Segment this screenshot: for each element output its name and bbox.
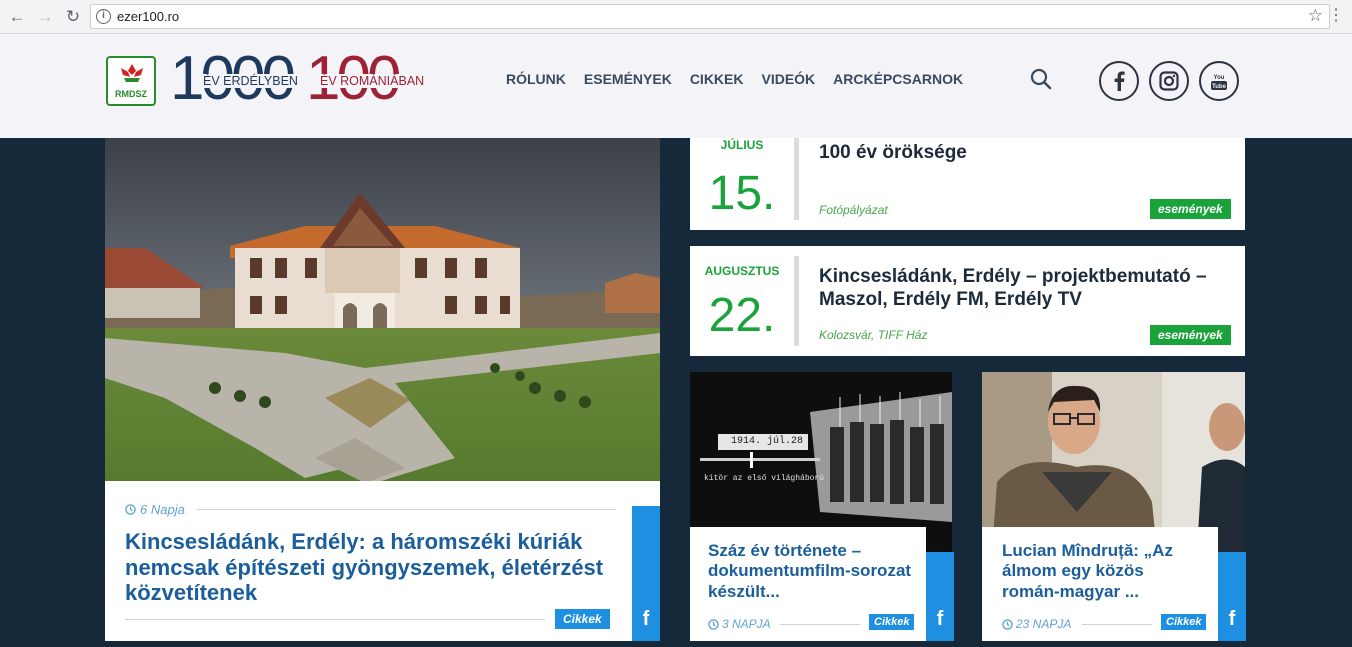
- article-card[interactable]: Lucian Mîndruță: „Az álmom egy közös rom…: [982, 527, 1218, 641]
- event-month: JÚLIUS: [720, 138, 764, 152]
- facebook-share-icon: f: [642, 608, 650, 630]
- address-bar[interactable]: i ezer100.ro ☆: [90, 4, 1330, 29]
- clock-icon: [708, 618, 719, 630]
- event-location: Kolozsvár, TIFF Ház: [819, 328, 928, 342]
- event-title[interactable]: 100 év öröksége: [819, 142, 1239, 165]
- tulip-icon: [121, 64, 143, 82]
- hero-date-text: 6 Napja: [140, 502, 185, 517]
- facebook-share-icon: f: [936, 608, 944, 630]
- svg-text:Tube: Tube: [1212, 84, 1227, 90]
- article-facebook-share[interactable]: f: [926, 552, 954, 641]
- event-card[interactable]: AUGUSZTUS 22. Kincsesládánk, Erdély – pr…: [690, 246, 1245, 356]
- facebook-icon[interactable]: [1099, 61, 1139, 101]
- browser-toolbar: ← → ↻ i ezer100.ro ☆ ⋮: [0, 0, 1352, 34]
- forward-icon[interactable]: →: [34, 6, 56, 28]
- logo-100-subtitle: ÉV ROMÁNIÁBAN: [318, 74, 427, 88]
- instagram-icon[interactable]: [1149, 61, 1189, 101]
- article-card[interactable]: Száz év története – dokumentumfilm-soroz…: [690, 527, 926, 641]
- event-month: AUGUSZTUS: [704, 264, 780, 278]
- hero-article-card[interactable]: 6 Napja Kincsesládánk, Erdély: a háromsz…: [105, 481, 660, 641]
- back-icon[interactable]: ←: [6, 6, 28, 28]
- bookmark-star-icon[interactable]: ☆: [1308, 6, 1323, 26]
- nav-arckepcsarnok[interactable]: ARCKÉPCSARNOK: [833, 71, 963, 87]
- article-date: 3 NAPJA: [708, 617, 771, 631]
- divider: [1082, 624, 1152, 625]
- reload-icon[interactable]: ↻: [62, 6, 84, 28]
- event-day: 15.: [708, 167, 776, 220]
- nav-cikkek[interactable]: CIKKEK: [690, 71, 744, 87]
- image-caption-sub: kitör az első világháború: [704, 474, 825, 483]
- event-card[interactable]: JÚLIUS 15. 100 év öröksége Fotópályázat …: [690, 138, 1245, 230]
- article-date-text: 3 NAPJA: [722, 617, 771, 631]
- article-title[interactable]: Száz év története – dokumentumfilm-soroz…: [708, 541, 913, 602]
- hero-facebook-share[interactable]: f: [632, 506, 660, 641]
- site-header: RMDSZ 1000 ÉV ERDÉLYBEN 100 ÉV ROMÁNIÁBA…: [0, 34, 1352, 138]
- card-image-portrait[interactable]: [982, 372, 1245, 552]
- divider: [197, 509, 616, 510]
- article-tag[interactable]: Cikkek: [869, 614, 915, 630]
- event-separator: [794, 256, 799, 346]
- hero-date: 6 Napja: [125, 502, 185, 517]
- article-date: 23 NAPJA: [1002, 617, 1071, 631]
- url-text[interactable]: ezer100.ro: [117, 9, 179, 24]
- clock-icon: [1002, 618, 1013, 630]
- facebook-share-icon: f: [1228, 608, 1236, 630]
- event-day: 22.: [708, 289, 776, 342]
- menu-icon[interactable]: ⋮: [1328, 5, 1344, 25]
- hero-title[interactable]: Kincsesládánk, Erdély: a háromszéki kúri…: [125, 529, 630, 606]
- logo-1000-subtitle: ÉV ERDÉLYBEN: [201, 74, 300, 88]
- event-title[interactable]: Kincsesládánk, Erdély – projektbemutató …: [819, 266, 1239, 312]
- main-navigation: RÓLUNK ESEMÉNYEK CIKKEK VIDEÓK ARCKÉPCSA…: [506, 71, 963, 87]
- event-tag[interactable]: események: [1150, 199, 1231, 219]
- search-icon[interactable]: [1030, 68, 1052, 90]
- article-facebook-share[interactable]: f: [1218, 552, 1246, 641]
- logo-label: RMDSZ: [115, 89, 147, 99]
- article-tag[interactable]: Cikkek: [1161, 614, 1207, 630]
- article-date-text: 23 NAPJA: [1016, 617, 1072, 631]
- clock-icon: [125, 504, 136, 515]
- youtube-icon[interactable]: You Tube: [1199, 61, 1239, 101]
- card-image-ww1[interactable]: 1914. júl.28 kitör az első világháború: [690, 372, 952, 552]
- event-separator: [794, 138, 799, 220]
- nav-rolunk[interactable]: RÓLUNK: [506, 71, 566, 87]
- hero-tag[interactable]: Cikkek: [555, 609, 610, 629]
- event-tag[interactable]: események: [1150, 325, 1231, 345]
- rmdsz-logo[interactable]: RMDSZ: [106, 56, 156, 106]
- divider: [780, 624, 860, 625]
- nav-videok[interactable]: VIDEÓK: [761, 71, 815, 87]
- nav-esemenyek[interactable]: ESEMÉNYEK: [584, 71, 672, 87]
- divider: [125, 619, 545, 620]
- event-location: Fotópályázat: [819, 203, 888, 217]
- info-icon[interactable]: i: [96, 9, 111, 24]
- image-caption-date: 1914. júl.28: [731, 436, 804, 447]
- article-title[interactable]: Lucian Mîndruță: „Az álmom egy közös rom…: [1002, 541, 1202, 602]
- svg-text:You: You: [1214, 75, 1225, 81]
